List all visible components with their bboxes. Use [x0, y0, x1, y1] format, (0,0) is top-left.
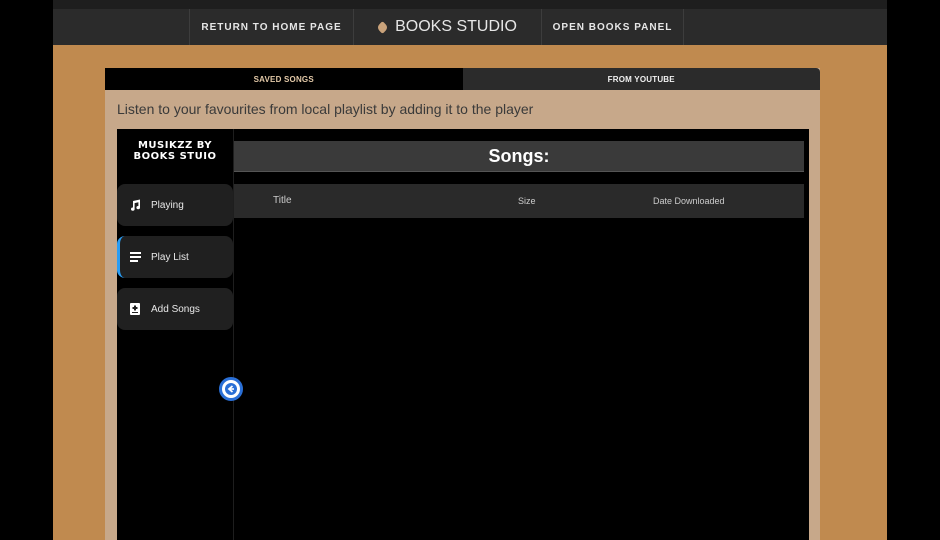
- sidebar-item-label: Play List: [151, 251, 189, 263]
- songs-view: Songs: Title Size Date Downloaded: [234, 129, 809, 540]
- songs-title: Songs:: [234, 141, 804, 172]
- column-size[interactable]: Size: [518, 196, 536, 206]
- sidebar-item-add-songs[interactable]: Add Songs: [117, 288, 233, 330]
- collapse-sidebar-button[interactable]: [219, 377, 243, 401]
- music-player: MUSIKZZ BY BOOKS STUIO Playing Play List: [117, 129, 809, 540]
- music-panel: SAVED SONGS FROM YOUTUBE Listen to your …: [105, 68, 820, 540]
- return-home-link[interactable]: RETURN TO HOME PAGE: [189, 9, 353, 45]
- tab-bar: SAVED SONGS FROM YOUTUBE: [105, 68, 820, 90]
- player-logo: MUSIKZZ BY BOOKS STUIO: [117, 140, 233, 162]
- tab-saved-songs[interactable]: SAVED SONGS: [105, 68, 463, 90]
- list-icon: [128, 250, 142, 264]
- sidebar-item-playing[interactable]: Playing: [117, 184, 233, 226]
- logo-line-2: BOOKS STUIO: [133, 151, 217, 162]
- brand-icon: [376, 20, 389, 34]
- sidebar-item-label: Add Songs: [151, 303, 200, 315]
- songs-table-header: Title Size Date Downloaded: [234, 184, 804, 218]
- top-nav: RETURN TO HOME PAGE BOOKS STUDIO OPEN BO…: [53, 0, 887, 45]
- music-note-icon: [128, 198, 142, 212]
- brand-logo[interactable]: BOOKS STUDIO: [353, 9, 541, 45]
- sidebar-item-label: Playing: [151, 199, 184, 211]
- sidebar-item-play-list[interactable]: Play List: [117, 236, 233, 278]
- open-books-panel-link[interactable]: OPEN BOOKS PANEL: [541, 9, 684, 45]
- add-song-icon: [128, 302, 142, 316]
- brand-title: BOOKS STUDIO: [395, 18, 517, 35]
- arrow-left-icon: [225, 383, 237, 395]
- logo-line-1: MUSIKZZ BY: [137, 140, 213, 151]
- column-title[interactable]: Title: [273, 195, 292, 206]
- player-sidebar: MUSIKZZ BY BOOKS STUIO Playing Play List: [117, 129, 234, 540]
- column-date-downloaded[interactable]: Date Downloaded: [653, 196, 725, 206]
- intro-text: Listen to your favourites from local pla…: [117, 101, 534, 117]
- page: RETURN TO HOME PAGE BOOKS STUDIO OPEN BO…: [53, 0, 887, 540]
- tab-from-youtube[interactable]: FROM YOUTUBE: [462, 68, 820, 90]
